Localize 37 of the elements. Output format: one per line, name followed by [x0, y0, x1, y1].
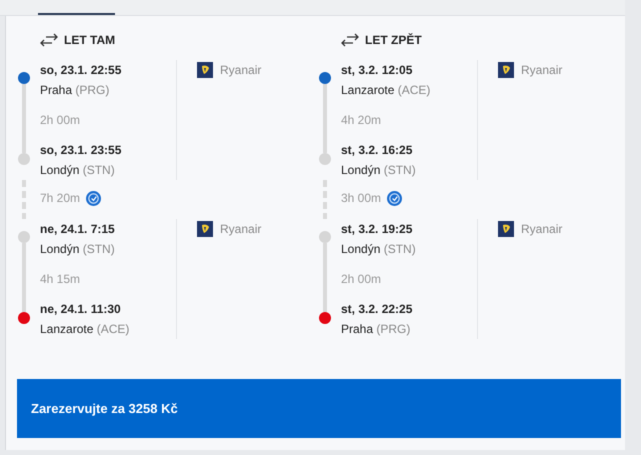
- swap-arrows-icon: [341, 33, 359, 47]
- place-name: Londýn (STN): [341, 162, 417, 179]
- harp-logo-icon: [197, 221, 213, 237]
- place-name: Londýn (STN): [341, 241, 417, 258]
- place-name: Lanzarote (ACE): [341, 82, 432, 99]
- direction-title: LET TAM: [64, 33, 116, 47]
- layover-duration: 7h 20m: [40, 191, 80, 205]
- check-circle-icon: [86, 190, 102, 206]
- place-name: Lanzarote (ACE): [40, 321, 130, 338]
- harp-logo-icon: [498, 62, 514, 78]
- check-circle-icon: [387, 190, 402, 206]
- arrival-time: ne, 24.1. 11:30: [40, 301, 122, 318]
- swap-arrows-icon: [40, 33, 58, 47]
- departure-time: st, 3.2. 19:25: [341, 221, 414, 238]
- airline-name: Ryanair: [521, 62, 562, 79]
- direction-title: LET ZPĚT: [365, 33, 422, 47]
- departure-time: st, 3.2. 12:05: [341, 62, 414, 79]
- flight-duration: 2h 00m: [40, 112, 82, 129]
- harp-logo-icon: [197, 62, 213, 78]
- airline-name: Ryanair: [521, 221, 562, 238]
- layover-duration: 3h 00m: [341, 191, 382, 205]
- arrival-time: st, 3.2. 22:25: [341, 301, 414, 318]
- place-name: Praha (PRG): [40, 82, 110, 99]
- arrival-time: st, 3.2. 16:25: [341, 142, 414, 159]
- place-name: Londýn (STN): [40, 241, 116, 258]
- flight-duration: 4h 15m: [40, 271, 82, 288]
- place-name: Londýn (STN): [40, 162, 116, 179]
- airline-name: Ryanair: [220, 221, 262, 238]
- harp-logo-icon: [498, 221, 514, 237]
- place-name: Praha (PRG): [341, 321, 412, 338]
- flight-duration: 4h 20m: [341, 112, 382, 129]
- departure-time: so, 23.1. 22:55: [40, 62, 122, 79]
- flight-duration: 2h 00m: [341, 271, 382, 288]
- departure-time: ne, 24.1. 7:15: [40, 221, 116, 238]
- book-button[interactable]: Zarezervujte za 3258 Kč: [17, 379, 621, 438]
- airline-name: Ryanair: [220, 62, 262, 79]
- arrival-time: so, 23.1. 23:55: [40, 142, 122, 159]
